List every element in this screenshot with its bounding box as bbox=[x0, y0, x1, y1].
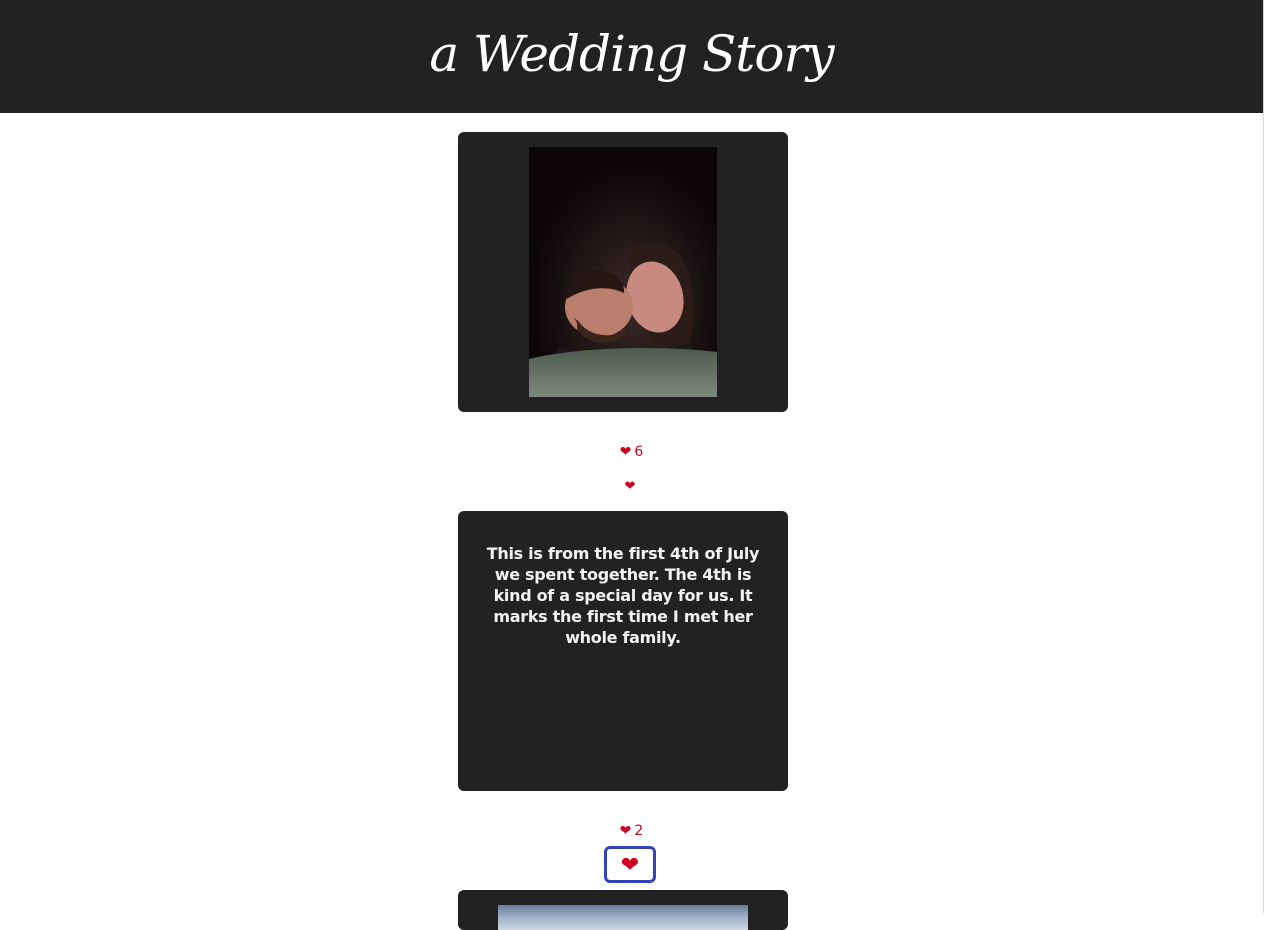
likes-count: ❤ 2 bbox=[0, 823, 1263, 839]
like-button[interactable]: ❤ bbox=[620, 478, 640, 494]
likes-number: 6 bbox=[634, 444, 644, 460]
likes-number: 2 bbox=[634, 823, 644, 839]
photo-card[interactable] bbox=[458, 132, 788, 412]
heart-icon: ❤ bbox=[619, 444, 632, 460]
story-text: This is from the first 4th of July we sp… bbox=[486, 544, 760, 647]
like-button-focused[interactable]: ❤ bbox=[604, 846, 656, 883]
text-card[interactable]: This is from the first 4th of July we sp… bbox=[458, 511, 788, 791]
likes-count: ❤ 6 bbox=[0, 444, 1263, 460]
heart-icon: ❤ bbox=[619, 823, 632, 839]
heart-icon: ❤ bbox=[620, 851, 640, 877]
photo-partial[interactable] bbox=[498, 905, 748, 930]
heart-icon: ❤ bbox=[624, 478, 636, 493]
site-title[interactable]: a Wedding Story bbox=[429, 25, 834, 83]
photo-card[interactable] bbox=[458, 890, 788, 930]
site-header: a Wedding Story bbox=[0, 0, 1263, 113]
couple-photo[interactable] bbox=[529, 147, 717, 397]
